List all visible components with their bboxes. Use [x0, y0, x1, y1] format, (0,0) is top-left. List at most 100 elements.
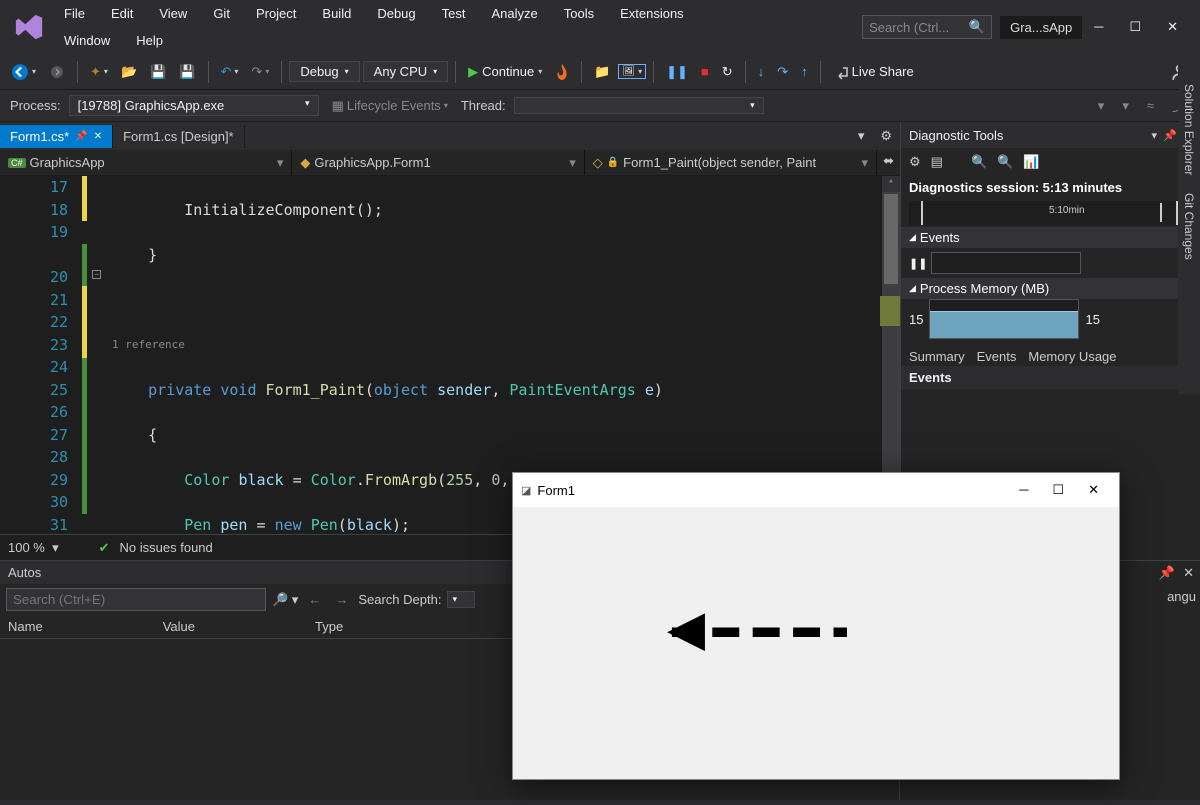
thread-label: Thread: [461, 98, 506, 113]
autos-col-name[interactable]: Name [8, 619, 43, 634]
diag-tab-events[interactable]: Events [977, 349, 1017, 364]
diag-mem-left: 15 [909, 312, 923, 327]
new-project-button[interactable]: ✦ ▾ [85, 60, 113, 84]
nav-project-dropdown[interactable]: C#GraphicsApp▾ [0, 150, 292, 175]
image-box-icon[interactable]: 🖼 ▾ [618, 64, 646, 79]
form1-maximize-button[interactable]: ☐ [1040, 478, 1076, 502]
open-folder-icon[interactable]: 📁 [589, 60, 615, 84]
panel-close-icon[interactable]: ✕ [1183, 565, 1194, 581]
filter-funnel-icon[interactable]: ▾ [1093, 94, 1110, 118]
autos-col-value[interactable]: Value [163, 619, 195, 634]
search-options-icon[interactable]: 🔎 ▾ [272, 592, 298, 608]
window-close-button[interactable]: ✕ [1161, 15, 1184, 39]
lifecycle-events-dropdown[interactable]: ▦ Lifecycle Events ▾ [327, 94, 453, 118]
visual-studio-logo-icon [14, 12, 44, 42]
menu-edit[interactable]: Edit [99, 2, 145, 25]
search-fwd-icon[interactable]: → [331, 590, 352, 609]
panel-pin-icon[interactable]: 📌 [1159, 565, 1175, 581]
nav-forward-button[interactable] [44, 60, 70, 84]
form1-close-button[interactable]: ✕ [1076, 478, 1111, 502]
tab-form1-design[interactable]: Form1.cs [Design]* [113, 125, 245, 148]
step-into-button[interactable]: ↓ [753, 60, 770, 83]
menu-tools[interactable]: Tools [552, 2, 606, 25]
diag-reset-view-icon[interactable]: 📊 [1023, 154, 1039, 170]
open-file-button[interactable]: 📂 [116, 60, 142, 84]
panel-dropdown-icon[interactable]: ▾ [1152, 129, 1158, 142]
menu-file[interactable]: File [52, 2, 97, 25]
pause-button[interactable]: ❚❚ [661, 60, 693, 84]
tab-overflow-dropdown[interactable]: ▾ [850, 124, 873, 148]
nav-member-dropdown[interactable]: ◇🔒Form1_Paint(object sender, Paint▾ [585, 150, 877, 175]
panel-pin-icon[interactable]: 📌 [1163, 129, 1177, 142]
line-number-gutter: 17 18 19 20 21 22 23 24 25 26 27 28 29 3… [0, 176, 82, 534]
menu-test[interactable]: Test [430, 2, 478, 25]
diag-settings-icon[interactable]: ⚙ [909, 154, 921, 170]
save-all-button[interactable]: 💾 [174, 60, 200, 84]
save-button[interactable]: 💾 [145, 60, 171, 84]
outline-collapse-icon[interactable]: − [92, 270, 101, 279]
solution-name[interactable]: Gra...sApp [1000, 16, 1082, 39]
menu-build[interactable]: Build [310, 2, 363, 25]
stop-button[interactable]: ■ [696, 60, 714, 83]
form1-icon: ◪ [521, 484, 531, 497]
continue-button[interactable]: ▶Continue ▾ [463, 60, 547, 84]
menu-window[interactable]: Window [52, 29, 122, 52]
diag-memory-chart[interactable] [929, 299, 1079, 339]
codelens-references[interactable]: 1 reference [112, 334, 900, 357]
pin-icon[interactable]: 📌 [75, 131, 87, 142]
diag-zoomout-icon[interactable]: 🔍 [997, 154, 1013, 170]
tab-form1-cs[interactable]: Form1.cs* 📌 ✕ [0, 125, 113, 148]
diag-select-tools-icon[interactable]: ▤ [931, 154, 943, 170]
hot-reload-button[interactable] [550, 60, 574, 84]
diag-tab-summary[interactable]: Summary [909, 349, 965, 364]
autos-search-input[interactable] [6, 588, 266, 611]
thread-dropdown[interactable]: ▾ [514, 97, 764, 114]
zoom-dropdown[interactable]: 100 % ▾ [8, 540, 59, 556]
platform-dropdown[interactable]: Any CPU▾ [363, 61, 448, 82]
search-back-icon[interactable]: ← [304, 590, 325, 609]
window-minimize-button[interactable]: ─ [1088, 15, 1109, 39]
menu-debug[interactable]: Debug [365, 2, 427, 25]
redo-button[interactable]: ↷ ▾ [246, 60, 274, 84]
diag-tab-memory[interactable]: Memory Usage [1028, 349, 1116, 364]
stack-icon[interactable]: ≈ [1142, 94, 1159, 117]
tab-settings-icon[interactable]: ⚙ [872, 124, 900, 148]
issues-text[interactable]: No issues found [120, 540, 213, 555]
menu-git[interactable]: Git [201, 2, 242, 25]
form1-canvas [513, 507, 1119, 779]
git-changes-tab[interactable]: Git Changes [1182, 193, 1196, 260]
restart-button[interactable]: ↻ [717, 60, 738, 84]
diag-timeline[interactable]: 5:10min [909, 201, 1192, 225]
window-maximize-button[interactable]: ☐ [1123, 15, 1147, 39]
live-share-button[interactable]: Live Share [828, 60, 919, 84]
menu-extensions[interactable]: Extensions [608, 2, 696, 25]
diag-memory-section[interactable]: Process Memory (MB) [901, 278, 1200, 299]
nav-back-button[interactable]: ▾ [6, 59, 41, 85]
autos-col-type[interactable]: Type [315, 619, 343, 634]
diag-events-chart[interactable] [931, 252, 1081, 274]
change-margin: − [82, 176, 104, 534]
diag-events-section[interactable]: Events [901, 227, 1200, 248]
split-editor-icon[interactable]: ⬌ [877, 150, 900, 175]
process-dropdown[interactable]: [19788] GraphicsApp.exe▾ [69, 95, 319, 116]
filter-icon[interactable]: ▾ [1117, 94, 1134, 118]
menu-project[interactable]: Project [244, 2, 308, 25]
build-config-dropdown[interactable]: Debug▾ [289, 61, 359, 82]
nav-class-dropdown[interactable]: ◆GraphicsApp.Form1▾ [292, 150, 584, 175]
diag-mem-right: 15 [1085, 312, 1099, 327]
menu-analyze[interactable]: Analyze [479, 2, 549, 25]
undo-button[interactable]: ↶ ▾ [216, 60, 244, 84]
close-tab-icon[interactable]: ✕ [94, 131, 102, 142]
quick-launch-search[interactable]: Search (Ctrl... 🔍 [862, 15, 992, 39]
menu-help[interactable]: Help [124, 29, 175, 52]
step-over-button[interactable]: ↷ [772, 60, 793, 84]
form1-minimize-button[interactable]: ─ [1007, 478, 1040, 502]
form1-output-window[interactable]: ◪ Form1 ─ ☐ ✕ [512, 472, 1120, 780]
step-out-button[interactable]: ↑ [796, 60, 813, 83]
diag-zoomin-icon[interactable]: 🔍 [971, 154, 987, 170]
menu-view[interactable]: View [147, 2, 199, 25]
debug-process-bar: Process: [19788] GraphicsApp.exe▾ ▦ Life… [0, 90, 1200, 122]
search-depth-dropdown[interactable]: ▾ [447, 591, 475, 608]
main-toolbar: ▾ ✦ ▾ 📂 💾 💾 ↶ ▾ ↷ ▾ Debug▾ Any CPU▾ ▶Con… [0, 54, 1200, 90]
solution-explorer-tab[interactable]: Solution Explorer [1182, 84, 1196, 175]
